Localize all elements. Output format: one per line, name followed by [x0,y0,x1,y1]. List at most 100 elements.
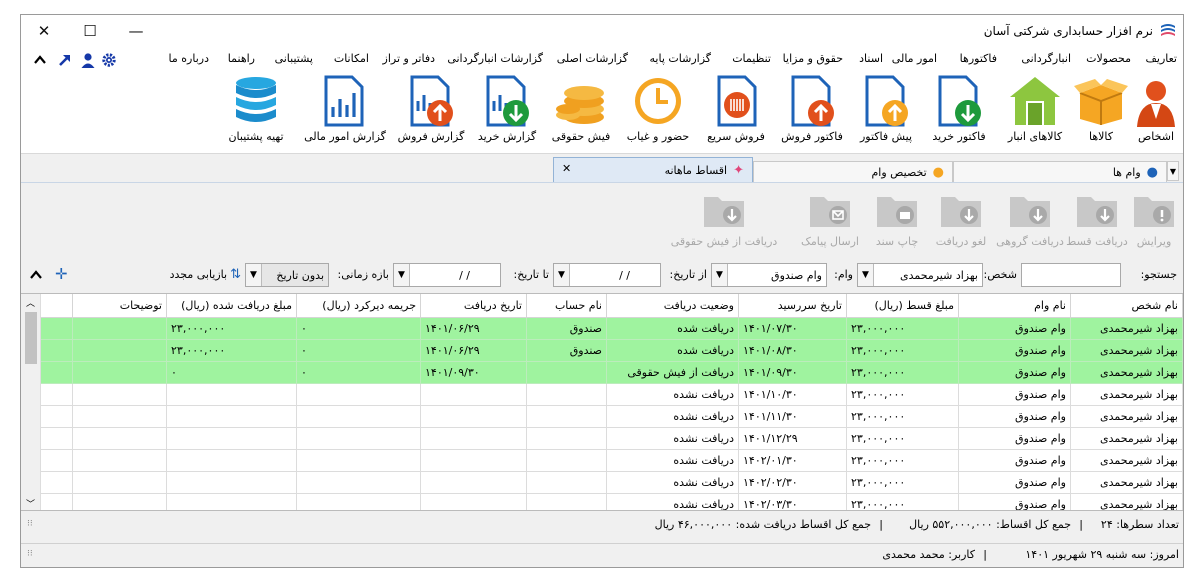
ribbon-backup[interactable]: تهیه پشتیبان [215,75,297,151]
table-cell: ۲۳,۰۰۰,۰۰۰ [846,317,959,340]
tab-close-icon[interactable]: ✕ [562,162,571,175]
ribbon-goods[interactable]: کالاها [1073,75,1129,151]
menu-settings[interactable]: تنظیمات [732,52,771,65]
column-header[interactable]: مبلغ دریافت شده (ریال) [166,294,297,318]
column-header[interactable]: تاریخ سررسید [738,294,847,318]
column-header[interactable]: مبلغ قسط (ریال) [846,294,959,318]
cancel-receive-button[interactable]: لغو دریافت [929,191,993,251]
table-cell [526,361,607,384]
close-button[interactable]: ✕ [21,15,67,46]
table-row[interactable]: بهزاد شیرمحمدی وام صندوق ۲۳,۰۰۰,۰۰۰ ۱۴۰۱/۰۷… [40,317,1183,340]
chevron-up-icon[interactable] [33,53,47,65]
menu-definitions[interactable]: تعاریف [1146,52,1177,65]
print-document-button[interactable]: چاپ سند [867,191,927,251]
menu-inventory[interactable]: انبارگردانی [1021,52,1071,65]
menu-finance[interactable]: امور مالی [892,52,937,65]
ribbon-warehouse-goods[interactable]: کالاهای انبار [997,75,1073,151]
row-selector[interactable] [40,471,73,494]
loan-select[interactable]: وام صندوق ▼ [711,263,827,287]
menu-support[interactable]: پشتیبانی [275,52,313,65]
receive-from-payslip-button[interactable]: دریافت از فیش حقوقی [655,191,793,251]
table-row[interactable]: بهزاد شیرمحمدی وام صندوق ۲۳,۰۰۰,۰۰۰ ۱۴۰۲/۰۲… [40,471,1183,494]
ribbon-payslip[interactable]: فیش حقوقی [545,75,617,151]
send-sms-button[interactable]: ارسال پیامک [795,191,865,251]
menu-documents[interactable]: اسناد [859,52,883,65]
from-date-input[interactable]: / / ▼ [553,263,661,287]
menu-about[interactable]: درباره ما [169,52,209,65]
calendar-dropdown-icon: ▼ [554,264,570,286]
ribbon-attendance[interactable]: حضور و غیاب [617,75,699,151]
ribbon-sales-invoice[interactable]: فاکتور فروش [773,75,851,151]
edit-button[interactable]: ویرایش [1129,191,1179,251]
ribbon-finance-report[interactable]: گزارش امور مالی [297,75,393,151]
gear-icon[interactable] [101,52,117,68]
ribbon-quick-sale[interactable]: فروش سریع [699,75,773,151]
menu-ledgers[interactable]: دفاتر و تراز [383,52,435,65]
ribbon-sales-report[interactable]: گزارش فروش [393,75,469,151]
menu-invoices[interactable]: فاکتورها [960,52,997,65]
table-cell [166,449,297,472]
resize-grip-icon[interactable]: ⁝⁝ [27,549,33,559]
person-select[interactable]: بهزاد شیرمحمدی ▼ [857,263,983,287]
to-date-input[interactable]: / / ▼ [393,263,501,287]
arrow-up-right-icon[interactable] [57,52,73,68]
folder-download-icon [1077,197,1117,227]
receive-installment-button[interactable]: دریافت قسط [1066,191,1128,251]
row-selector[interactable] [40,317,73,340]
row-selector[interactable] [40,339,73,362]
minimize-button[interactable]: — [113,15,159,46]
tab-loans[interactable]: ● وام ها [953,161,1167,183]
tab-monthly-installments[interactable]: ✦ اقساط ماهانه ✕ [553,157,753,183]
scroll-down-icon[interactable]: ﹀ [26,497,35,510]
column-header[interactable]: وضعیت دریافت [606,294,739,318]
chevron-up-icon[interactable] [29,268,43,280]
menu-basic-reports[interactable]: گزارشات پایه [650,52,711,65]
table-row[interactable]: بهزاد شیرمحمدی وام صندوق ۲۳,۰۰۰,۰۰۰ ۱۴۰۱/۰۸… [40,339,1183,362]
table-row[interactable]: بهزاد شیرمحمدی وام صندوق ۲۳,۰۰۰,۰۰۰ ۱۴۰۱/۱۲… [40,427,1183,450]
ribbon-persons[interactable]: اشخاص [1131,75,1181,151]
column-header[interactable]: تاریخ دریافت [420,294,527,318]
table-row[interactable]: بهزاد شیرمحمدی وام صندوق ۲۳,۰۰۰,۰۰۰ ۱۴۰۱/۰۹… [40,361,1183,384]
row-selector[interactable] [40,361,73,384]
tabs-dropdown-icon[interactable]: ▼ [1167,161,1179,181]
table-cell: دریافت از فیش حقوقی [606,361,739,384]
refresh-button[interactable]: ⇅ بازیابی مجدد [170,267,241,282]
table-row[interactable]: بهزاد شیرمحمدی وام صندوق ۲۳,۰۰۰,۰۰۰ ۱۴۰۲/۰۱… [40,449,1183,472]
menu-features[interactable]: امکانات [334,52,369,65]
tab-loan-allocation[interactable]: ● تخصیص وام [753,161,953,183]
ribbon-purchase-invoice[interactable]: فاکتور خرید [921,75,997,151]
row-selector[interactable] [40,427,73,450]
menu-inventory-reports[interactable]: گزارشات انبارگردانی [447,52,543,65]
column-header[interactable]: توضیحات [72,294,167,318]
scroll-up-icon[interactable]: ︿ [26,296,35,309]
resize-grip-icon[interactable]: ⁝⁝ [27,519,33,529]
row-selector-header [40,294,73,318]
table-cell: دریافت نشده [606,493,739,510]
filter-bar: جستجو: شخص: بهزاد شیرمحمدی ▼ وام: وام صن… [21,259,1183,289]
vertical-scrollbar[interactable]: ︿ ﹀ [21,294,41,510]
menu-help[interactable]: راهنما [228,52,255,65]
row-selector[interactable] [40,493,73,510]
menu-main-reports[interactable]: گزارشات اصلی [557,52,628,65]
move-icon[interactable]: ✛ [55,265,68,283]
menu-products[interactable]: محصولات [1086,52,1131,65]
column-header[interactable]: نام حساب [526,294,607,318]
row-selector[interactable] [40,449,73,472]
maximize-button[interactable]: ☐ [67,15,113,46]
table-row[interactable]: بهزاد شیرمحمدی وام صندوق ۲۳,۰۰۰,۰۰۰ ۱۴۰۲/۰۳… [40,493,1183,510]
column-header[interactable]: نام شخص [1070,294,1183,318]
user-icon[interactable] [80,52,96,68]
table-row[interactable]: بهزاد شیرمحمدی وام صندوق ۲۳,۰۰۰,۰۰۰ ۱۴۰۱/۱۱… [40,405,1183,428]
group-receive-button[interactable]: دریافت گروهی [995,191,1065,251]
menu-payroll[interactable]: حقوق و مزایا [783,52,843,65]
time-range-select[interactable]: بدون تاریخ ▼ [245,263,329,287]
search-input[interactable] [1021,263,1121,287]
row-selector[interactable] [40,405,73,428]
row-selector[interactable] [40,383,73,406]
column-header[interactable]: جریمه دیرکرد (ریال) [296,294,421,318]
table-row[interactable]: بهزاد شیرمحمدی وام صندوق ۲۳,۰۰۰,۰۰۰ ۱۴۰۱/۱۰… [40,383,1183,406]
column-header[interactable]: نام وام [958,294,1071,318]
scrollbar-thumb[interactable] [25,312,37,364]
ribbon-purchase-report[interactable]: گزارش خرید [469,75,545,151]
ribbon-proforma[interactable]: پیش فاکتور [851,75,921,151]
